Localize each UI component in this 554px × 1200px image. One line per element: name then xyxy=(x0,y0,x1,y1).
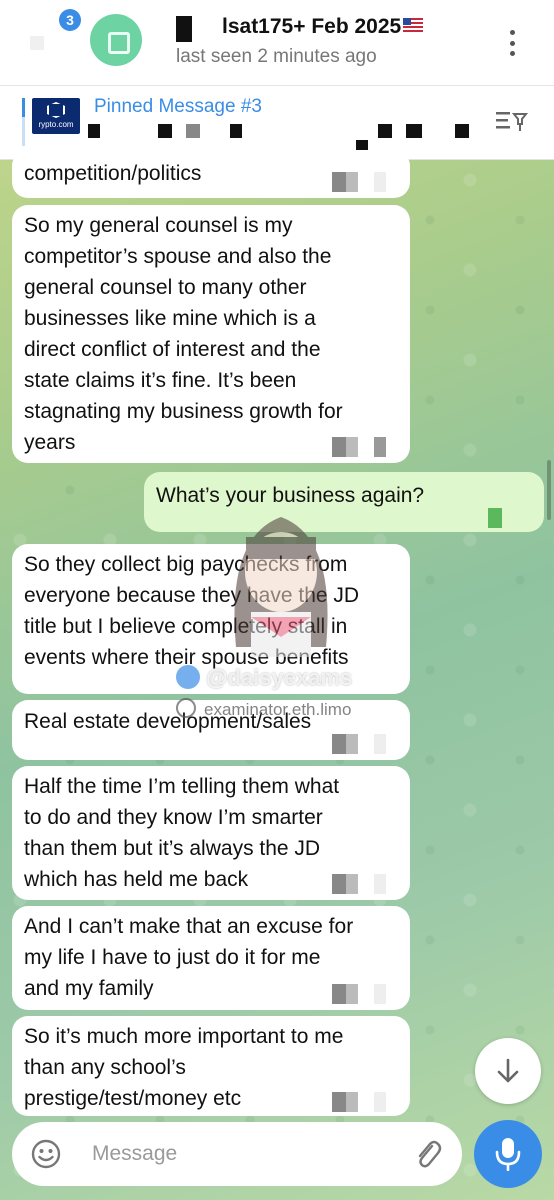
us-flag-icon xyxy=(403,18,424,32)
pinned-list-icon[interactable] xyxy=(496,108,530,132)
chat-header: 3 lsat175+ Feb 2025 last seen 2 minutes … xyxy=(0,0,554,86)
message-meta xyxy=(332,1092,386,1112)
watermark-handle-text: @daisyexams xyxy=(206,665,353,690)
message-meta xyxy=(488,508,534,528)
message-meta xyxy=(332,437,386,457)
watermark-url-text: examinator.eth.limo xyxy=(204,700,352,719)
emoji-icon[interactable] xyxy=(30,1138,62,1170)
redaction-mark xyxy=(88,124,100,138)
message-input[interactable]: Message xyxy=(92,1142,177,1166)
message-composer: Message xyxy=(12,1122,462,1186)
crypto-logo-icon xyxy=(47,102,65,118)
message-bubble[interactable]: So it’s much more important to me than a… xyxy=(12,1016,410,1116)
message-bubble[interactable]: competition/politics xyxy=(12,150,410,198)
back-arrow-icon[interactable] xyxy=(30,36,44,50)
telegram-icon xyxy=(176,665,200,689)
voice-record-button[interactable] xyxy=(474,1120,542,1188)
redaction-mark xyxy=(158,124,172,138)
microphone-icon xyxy=(495,1138,521,1171)
chat-title: lsat175+ Feb 2025 xyxy=(222,15,402,38)
pinned-thumbnail: rypto.com xyxy=(32,98,80,134)
redaction-mark xyxy=(230,124,242,138)
watermark-handle: @daisyexams xyxy=(176,665,352,691)
unread-count-badge: 3 xyxy=(59,9,81,31)
chat-avatar[interactable] xyxy=(90,14,142,66)
chat-title-wrap[interactable]: lsat175+ Feb 2025 xyxy=(222,15,424,39)
message-bubble[interactable]: So my general counsel is my competitor’s… xyxy=(12,205,410,463)
message-meta xyxy=(332,172,386,192)
message-meta xyxy=(332,734,386,754)
redaction-mark xyxy=(186,124,200,138)
redaction-mark xyxy=(176,16,192,42)
redaction-mark xyxy=(455,124,469,138)
pinned-thumb-text: rypto.com xyxy=(38,120,74,129)
message-text: So my general counsel is my competitor’s… xyxy=(24,214,343,454)
arrow-down-icon xyxy=(497,1058,519,1083)
more-menu-icon[interactable] xyxy=(505,30,519,56)
last-seen-status: last seen 2 minutes ago xyxy=(176,46,377,67)
message-bubble[interactable]: Half the time I’m telling them what to d… xyxy=(12,766,410,900)
pinned-indicator xyxy=(22,98,25,146)
message-bubble[interactable]: And I can’t make that an excuse for my l… xyxy=(12,906,410,1010)
scrollbar[interactable] xyxy=(547,460,551,520)
redaction-mark xyxy=(406,124,422,138)
message-meta xyxy=(332,874,386,894)
message-meta xyxy=(332,984,386,1004)
pinned-message-bar[interactable]: rypto.com Pinned Message #3 xyxy=(0,86,554,160)
redaction-mark xyxy=(378,124,392,138)
watermark-figure xyxy=(234,517,328,657)
scroll-to-bottom-button[interactable] xyxy=(475,1038,541,1104)
globe-icon xyxy=(176,698,196,718)
watermark-url: examinator.eth.limo xyxy=(176,698,351,720)
attach-icon[interactable] xyxy=(412,1138,442,1170)
pinned-title: Pinned Message #3 xyxy=(94,96,262,117)
